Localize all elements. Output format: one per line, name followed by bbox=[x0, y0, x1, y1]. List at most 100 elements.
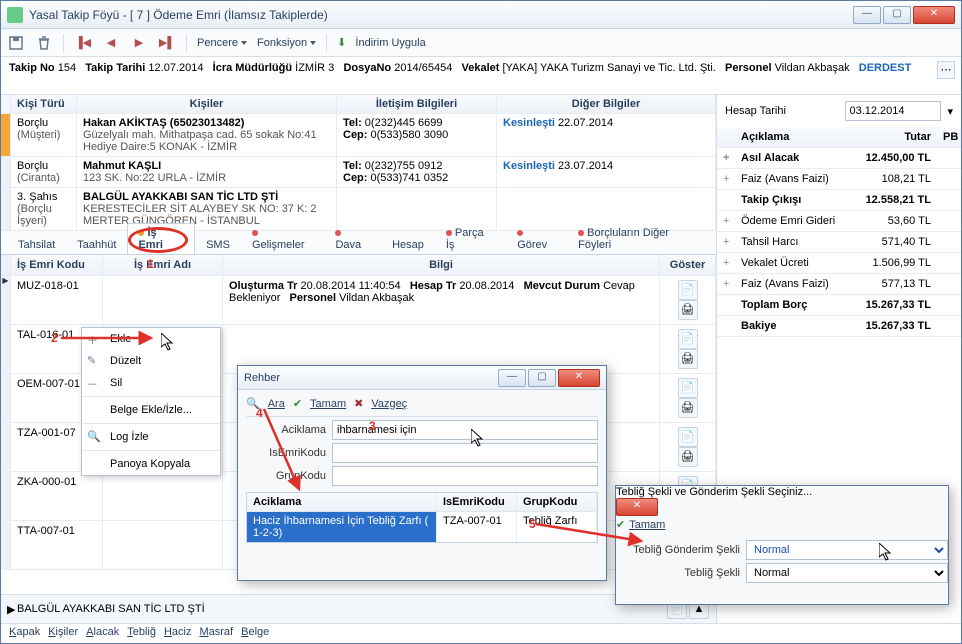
workorder-footer: ▶ BALGÜL AYAKKABI SAN TİC LTD ŞTİ 📄 ▲ bbox=[1, 594, 716, 623]
detail-tabs: TahsilatTaahhütİş EmriSMSGelişmelerDavaH… bbox=[1, 231, 716, 255]
expand-icon[interactable]: + bbox=[717, 148, 735, 168]
cancel-icon: ✖ bbox=[354, 397, 363, 410]
ctx-sil[interactable]: －Sil bbox=[82, 372, 220, 394]
main-toolbar: ▐◀ ◀ ▶ ▶▌ Pencere Fonksiyon ⬇ İndirim Uy… bbox=[1, 29, 961, 57]
footer-alacak[interactable]: Alacak bbox=[86, 626, 119, 641]
app-icon bbox=[7, 7, 23, 23]
indirim-button[interactable]: ⬇ İndirim Uygula bbox=[337, 36, 426, 49]
expand-icon[interactable]: + bbox=[717, 253, 735, 273]
expand-icon[interactable]: + bbox=[717, 211, 735, 231]
info-more-button[interactable]: ⋯ bbox=[937, 61, 955, 79]
view-button[interactable]: 📄 bbox=[678, 280, 698, 300]
minimize-button[interactable]: — bbox=[853, 6, 881, 24]
tab-gelişmeler[interactable]: Gelişmeler bbox=[241, 223, 325, 254]
rehber-grid: Aciklama IsEmriKodu GrupKodu Haciz İhbar… bbox=[246, 492, 598, 543]
footer-tebliğ[interactable]: Tebliğ bbox=[127, 626, 156, 641]
rehber-dialog: Rehber — ▢ ✕ 🔍 Ara ✔ Tamam ✖ Vazgeç Acik… bbox=[237, 365, 607, 581]
account-row: +Ödeme Emri Gideri53,60 TL bbox=[717, 211, 961, 232]
expand-icon bbox=[717, 190, 735, 210]
fonksiyon-menu[interactable]: Fonksiyon bbox=[257, 37, 316, 49]
hesap-tarihi-input[interactable] bbox=[845, 101, 941, 121]
isemri-input[interactable] bbox=[332, 443, 598, 463]
vazgec-link[interactable]: Vazgeç bbox=[371, 398, 407, 410]
print-button[interactable]: 🖨 bbox=[678, 447, 698, 467]
tab-i̇ş-emri[interactable]: İş Emri bbox=[127, 223, 195, 254]
maximize-button[interactable]: ▢ bbox=[883, 6, 911, 24]
view-button[interactable]: 📄 bbox=[678, 427, 698, 447]
date-dropdown-icon[interactable]: ▾ bbox=[947, 105, 953, 118]
ctx-belge[interactable]: Belge Ekle/İzle... bbox=[82, 399, 220, 421]
delete-icon[interactable] bbox=[35, 34, 53, 52]
search-icon: 🔍 bbox=[246, 397, 260, 410]
ara-link[interactable]: Ara bbox=[268, 398, 285, 410]
tab-sms[interactable]: SMS bbox=[195, 235, 241, 254]
ctx-duzelt[interactable]: ✎Düzelt bbox=[82, 350, 220, 372]
hesap-tarihi-label: Hesap Tarihi bbox=[725, 105, 839, 117]
people-grid-header: Kişi Türü Kişiler İletişim Bilgileri Diğ… bbox=[1, 95, 716, 114]
grup-input[interactable] bbox=[332, 466, 598, 486]
pencere-menu[interactable]: Pencere bbox=[197, 37, 247, 49]
first-icon[interactable]: ▐◀ bbox=[74, 34, 92, 52]
aciklama-input[interactable] bbox=[332, 420, 598, 440]
titlebar: Yasal Takip Föyü - [ 7 ] Ödeme Emri (İla… bbox=[1, 1, 961, 29]
window-title: Yasal Takip Föyü - [ 7 ] Ödeme Emri (İla… bbox=[29, 8, 853, 22]
footer-haciz[interactable]: Haciz bbox=[164, 626, 192, 641]
ctx-pano[interactable]: Panoya Kopyala bbox=[82, 453, 220, 475]
account-row: +Vekalet Ücreti1.506,99 TL bbox=[717, 253, 961, 274]
rehber-close[interactable]: ✕ bbox=[558, 369, 600, 387]
rehber-maximize[interactable]: ▢ bbox=[528, 369, 556, 387]
account-row: +Faiz (Avans Faizi)577,13 TL bbox=[717, 274, 961, 295]
account-row: Takip Çıkışı12.558,21 TL bbox=[717, 190, 961, 211]
tamam-link[interactable]: Tamam bbox=[310, 398, 346, 410]
footer-kişiler[interactable]: Kişiler bbox=[48, 626, 78, 641]
footer-kapak[interactable]: Kapak bbox=[9, 626, 40, 641]
view-button[interactable]: 📄 bbox=[678, 329, 698, 349]
check-icon: ✔ bbox=[293, 397, 302, 410]
footer-links: Kapak Kişiler Alacak Tebliğ Haciz Masraf Belge bbox=[1, 623, 961, 643]
tab-dava[interactable]: Dava bbox=[324, 223, 381, 254]
tab-görev[interactable]: Görev bbox=[506, 223, 567, 254]
next-icon[interactable]: ▶ bbox=[130, 34, 148, 52]
expand-icon bbox=[717, 295, 735, 315]
status-link[interactable]: DERDEST bbox=[859, 62, 912, 74]
close-button[interactable]: ✕ bbox=[913, 6, 955, 24]
info-bar: Takip No 154 Takip Tarihi 12.07.2014 İcr… bbox=[1, 57, 961, 95]
teblig-close[interactable]: ✕ bbox=[616, 498, 658, 516]
rehber-title: Rehber bbox=[244, 372, 498, 384]
expand-icon[interactable]: + bbox=[717, 169, 735, 189]
people-row[interactable]: Borçlu(Müşteri)Hakan AKİKTAŞ (6502301348… bbox=[1, 114, 716, 157]
check-icon: ✔ bbox=[616, 518, 625, 531]
ctx-log[interactable]: 🔍Log İzle bbox=[82, 426, 220, 448]
context-menu: ＋Ekle ✎Düzelt －Sil Belge Ekle/İzle... 🔍L… bbox=[81, 327, 221, 476]
teblig-tamam[interactable]: Tamam bbox=[629, 519, 665, 531]
ctx-ekle[interactable]: ＋Ekle bbox=[82, 328, 220, 350]
expand-icon bbox=[717, 316, 735, 336]
footer-masraf[interactable]: Masraf bbox=[199, 626, 233, 641]
rehber-row[interactable]: Haciz İhbarnamesi İçin Tebliğ Zarfı ( 1-… bbox=[247, 512, 597, 542]
prev-icon[interactable]: ◀ bbox=[102, 34, 120, 52]
account-row: +Tahsil Harcı571,40 TL bbox=[717, 232, 961, 253]
people-row[interactable]: Borçlu(Ciranta)Mahmut KAŞLI123 SK. No:22… bbox=[1, 157, 716, 188]
view-button[interactable]: 📄 bbox=[678, 378, 698, 398]
tab-parça-i̇ş[interactable]: Parça İş bbox=[435, 223, 506, 254]
account-row: +Faiz (Avans Faizi)108,21 TL bbox=[717, 169, 961, 190]
footer-belge[interactable]: Belge bbox=[241, 626, 269, 641]
print-button[interactable]: 🖨 bbox=[678, 349, 698, 369]
sekli-select[interactable]: Normal bbox=[746, 563, 948, 583]
print-button[interactable]: 🖨 bbox=[678, 398, 698, 418]
print-button[interactable]: 🖨 bbox=[678, 300, 698, 320]
gonderim-select[interactable]: Normal bbox=[746, 540, 948, 560]
workorder-row[interactable]: MUZ-018-01 Oluşturma Tr 20.08.2014 11:40… bbox=[1, 276, 716, 325]
expand-icon[interactable]: + bbox=[717, 232, 735, 252]
rehber-minimize[interactable]: — bbox=[498, 369, 526, 387]
tab-borçluların-diğer-föyleri[interactable]: Borçluların Diğer Föyleri bbox=[567, 223, 716, 254]
tab-tahsilat[interactable]: Tahsilat bbox=[7, 235, 66, 254]
last-icon[interactable]: ▶▌ bbox=[158, 34, 176, 52]
account-row: Bakiye15.267,33 TL bbox=[717, 316, 961, 337]
teblig-title: Tebliğ Şekli ve Gönderim Şekli Seçiniz..… bbox=[616, 486, 812, 498]
tab-taahhüt[interactable]: Taahhüt bbox=[66, 235, 127, 254]
expand-icon[interactable]: + bbox=[717, 274, 735, 294]
tab-hesap[interactable]: Hesap bbox=[381, 235, 435, 254]
save-icon[interactable] bbox=[7, 34, 25, 52]
workorder-header: İş Emri Kodu İş Emri Adı Bilgi Göster bbox=[1, 255, 716, 276]
